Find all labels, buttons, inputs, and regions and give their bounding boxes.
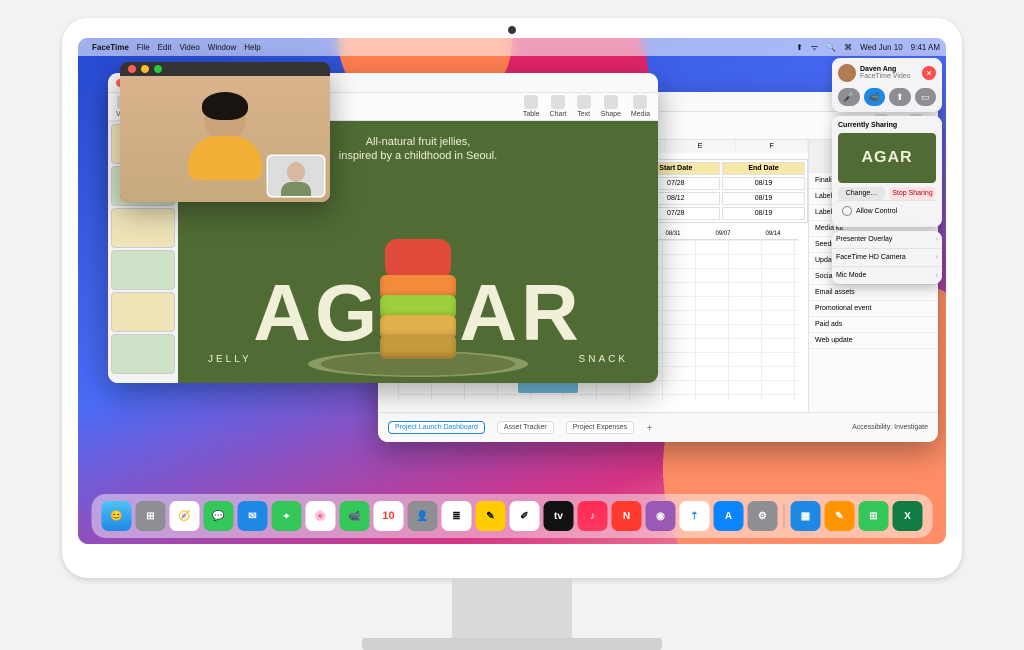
dock-messages-icon[interactable]: 💬	[204, 501, 234, 531]
toolbar-media-icon[interactable]	[633, 95, 647, 109]
dock-calendar-icon[interactable]: 10	[374, 501, 404, 531]
status-share-icon[interactable]: ⬆︎	[796, 43, 803, 52]
dock-numbers-icon[interactable]: ⊞	[859, 501, 889, 531]
facetime-self-preview[interactable]	[268, 156, 324, 196]
close-icon[interactable]	[128, 65, 136, 73]
imac-screen: FaceTime File Edit Video Window Help ⬆︎ …	[62, 18, 962, 578]
dock-settings-icon[interactable]: ⚙︎	[748, 501, 778, 531]
mic-mode-row[interactable]: Mic Mode›	[832, 266, 942, 284]
toolbar-text-icon[interactable]	[577, 95, 591, 109]
task-row[interactable]: Paid ads	[809, 317, 938, 333]
dock-contacts-icon[interactable]: 👤	[408, 501, 438, 531]
presenter-overlay-row[interactable]: Presenter Overlay›	[832, 231, 942, 248]
contact-avatar[interactable]	[838, 64, 856, 82]
zoom-icon[interactable]	[154, 65, 162, 73]
dock-photos-icon[interactable]: 🌸	[306, 501, 336, 531]
remote-person-graphic	[185, 94, 265, 184]
facetime-controls-panel: Daven Ang FaceTime Video ✕ 🎤 📹 ⬆︎ ▭ Curr…	[832, 58, 942, 288]
accessibility-status[interactable]: Accessibility: Investigate	[852, 424, 928, 431]
dock-keynote-icon[interactable]: ▦	[791, 501, 821, 531]
dock-stocks-icon[interactable]: ⇡	[680, 501, 710, 531]
toolbar-table-icon[interactable]	[524, 95, 538, 109]
menubar-date[interactable]: Wed Jun 10	[860, 43, 903, 52]
slide-thumbnail[interactable]	[112, 209, 174, 247]
slide-thumbnail[interactable]	[112, 335, 174, 373]
dock-maps-icon[interactable]: ⌖	[272, 501, 302, 531]
dock-facetime-icon[interactable]: 📹	[340, 501, 370, 531]
sharing-label: Currently Sharing	[838, 122, 936, 129]
numbers-footer: Project Launch Dashboard Asset Tracker P…	[378, 412, 938, 442]
slide-thumbnail[interactable]	[112, 293, 174, 331]
allow-control-toggle[interactable]: Allow Control	[838, 200, 936, 221]
panel-contact-card: Daven Ang FaceTime Video ✕ 🎤 📹 ⬆︎ ▭	[832, 58, 942, 112]
chevron-right-icon: ›	[936, 254, 938, 261]
hangup-button[interactable]: ✕	[922, 66, 936, 80]
dock-appstore-icon[interactable]: A	[714, 501, 744, 531]
video-button[interactable]: 📹	[864, 88, 886, 106]
dock-safari-icon[interactable]: 🧭	[170, 501, 200, 531]
call-type-label: FaceTime Video	[860, 73, 911, 80]
jelly-x-icon	[385, 239, 451, 279]
menubar-time[interactable]: 9:41 AM	[911, 43, 940, 52]
dock-notes-icon[interactable]: ✎	[476, 501, 506, 531]
add-sheet-button[interactable]: ＋	[646, 423, 653, 433]
dock-mail-icon[interactable]: ✉︎	[238, 501, 268, 531]
screenshare-button[interactable]: ⬆︎	[889, 88, 911, 106]
status-control-icon[interactable]: ⌘	[844, 43, 852, 52]
dock-launchpad-icon[interactable]: ⊞	[136, 501, 166, 531]
chevron-right-icon: ›	[936, 236, 938, 243]
slide-thumbnail[interactable]	[112, 251, 174, 289]
dock-finder-icon[interactable]: 😊	[102, 501, 132, 531]
contact-name: Daven Ang	[860, 66, 911, 73]
dock-music-icon[interactable]: ♪	[578, 501, 608, 531]
panel-sharing-card: Currently Sharing AGAR Change… Stop Shar…	[832, 116, 942, 227]
desktop: FaceTime File Edit Video Window Help ⬆︎ …	[78, 38, 946, 544]
camera-dot	[508, 26, 516, 34]
toolbar-shape-icon[interactable]	[604, 95, 618, 109]
sidebar-toggle-button[interactable]: ▭	[915, 88, 937, 106]
dock-separator	[784, 503, 785, 529]
chevron-right-icon: ›	[936, 272, 938, 279]
stop-share-button[interactable]: Stop Sharing	[889, 187, 936, 200]
camera-select-row[interactable]: FaceTime HD Camera›	[832, 248, 942, 266]
sheet-tab[interactable]: Project Expenses	[566, 421, 634, 434]
dock-excel-icon[interactable]: X	[893, 501, 923, 531]
active-app-name[interactable]: FaceTime	[92, 43, 129, 52]
imac-stand-base	[362, 638, 662, 650]
menu-bar: FaceTime File Edit Video Window Help ⬆︎ …	[78, 38, 946, 56]
sheet-tab[interactable]: Asset Tracker	[497, 421, 554, 434]
slide-subtitle-right: SNACK	[579, 354, 628, 365]
change-share-button[interactable]: Change…	[838, 187, 885, 200]
dock-freeform-icon[interactable]: ✐	[510, 501, 540, 531]
jelly-stack-graphic	[380, 239, 456, 359]
toolbar-chart-icon[interactable]	[551, 95, 565, 109]
slide-subtitle-left: JELLY	[208, 354, 252, 365]
menu-window[interactable]: Window	[208, 43, 236, 52]
menu-help[interactable]: Help	[244, 43, 260, 52]
sharing-preview[interactable]: AGAR	[838, 133, 936, 183]
facetime-window[interactable]	[120, 62, 330, 202]
status-wifi-icon[interactable]: ᯤ	[811, 42, 818, 53]
dock: 😊 ⊞ 🧭 💬 ✉︎ ⌖ 🌸 📹 10 👤 ≣ ✎ ✐ tv ♪ N ◉ ⇡ A…	[92, 494, 933, 538]
gear-icon	[842, 206, 852, 216]
minimize-icon[interactable]	[141, 65, 149, 73]
dock-news-icon[interactable]: N	[612, 501, 642, 531]
mute-button[interactable]: 🎤	[838, 88, 860, 106]
task-row[interactable]: Web update	[809, 333, 938, 349]
dock-pages-icon[interactable]: ✎	[825, 501, 855, 531]
dock-reminders-icon[interactable]: ≣	[442, 501, 472, 531]
imac-frame: FaceTime File Edit Video Window Help ⬆︎ …	[62, 18, 962, 578]
menu-edit[interactable]: Edit	[158, 43, 172, 52]
dock-tv-icon[interactable]: tv	[544, 501, 574, 531]
menu-file[interactable]: File	[137, 43, 150, 52]
menu-video[interactable]: Video	[179, 43, 199, 52]
sheet-tab[interactable]: Project Launch Dashboard	[388, 421, 485, 434]
dock-podcasts-icon[interactable]: ◉	[646, 501, 676, 531]
task-row[interactable]: Promotional event	[809, 301, 938, 317]
panel-options-card: Presenter Overlay› FaceTime HD Camera› M…	[832, 231, 942, 284]
status-search-icon[interactable]: 🔍	[826, 43, 836, 52]
